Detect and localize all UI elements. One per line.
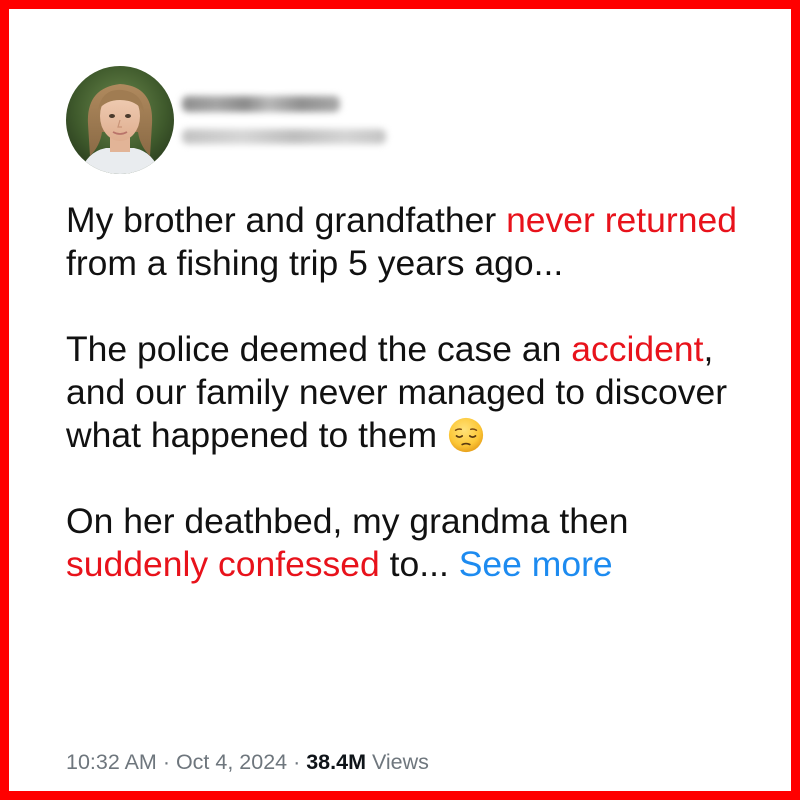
post-card: My brother and grandfather never returne… <box>0 0 800 800</box>
post-author-header <box>66 66 466 174</box>
highlighted-text: never returned <box>506 200 737 240</box>
avatar[interactable] <box>66 66 174 174</box>
post-metadata: 10:32 AM · Oct 4, 2024 · 38.4M Views <box>66 747 429 777</box>
post-body: My brother and grandfather never returne… <box>66 199 766 586</box>
views-label[interactable]: Views <box>366 750 429 774</box>
post-paragraph-1: My brother and grandfather never returne… <box>66 199 766 285</box>
post-paragraph-3: On her deathbed, my grandma then suddenl… <box>66 500 766 586</box>
post-text-segment: from a fishing trip 5 years ago... <box>66 243 564 283</box>
see-more-link[interactable]: See more <box>459 544 613 584</box>
post-time[interactable]: 10:32 AM <box>66 750 157 774</box>
highlighted-text: suddenly confessed <box>66 544 380 584</box>
post-paragraph-2: The police deemed the case an accident, … <box>66 328 766 457</box>
post-text-segment: On her deathbed, my grandma then <box>66 501 629 541</box>
post-text-segment: The police deemed the case an <box>66 329 572 369</box>
post-text-segment: My brother and grandfather <box>66 200 507 240</box>
views-count[interactable]: 38.4M <box>306 750 366 774</box>
handle-blurred[interactable] <box>182 129 386 144</box>
highlighted-text: accident <box>571 329 704 369</box>
pensive-face-emoji-icon <box>448 417 484 453</box>
display-name-blurred[interactable] <box>182 96 340 112</box>
separator-dot: · <box>287 750 307 774</box>
profile-photo-avatar-icon <box>66 66 174 174</box>
post-date[interactable]: Oct 4, 2024 <box>176 750 287 774</box>
separator-dot: · <box>156 750 176 774</box>
post-text-segment: to... <box>379 544 459 584</box>
